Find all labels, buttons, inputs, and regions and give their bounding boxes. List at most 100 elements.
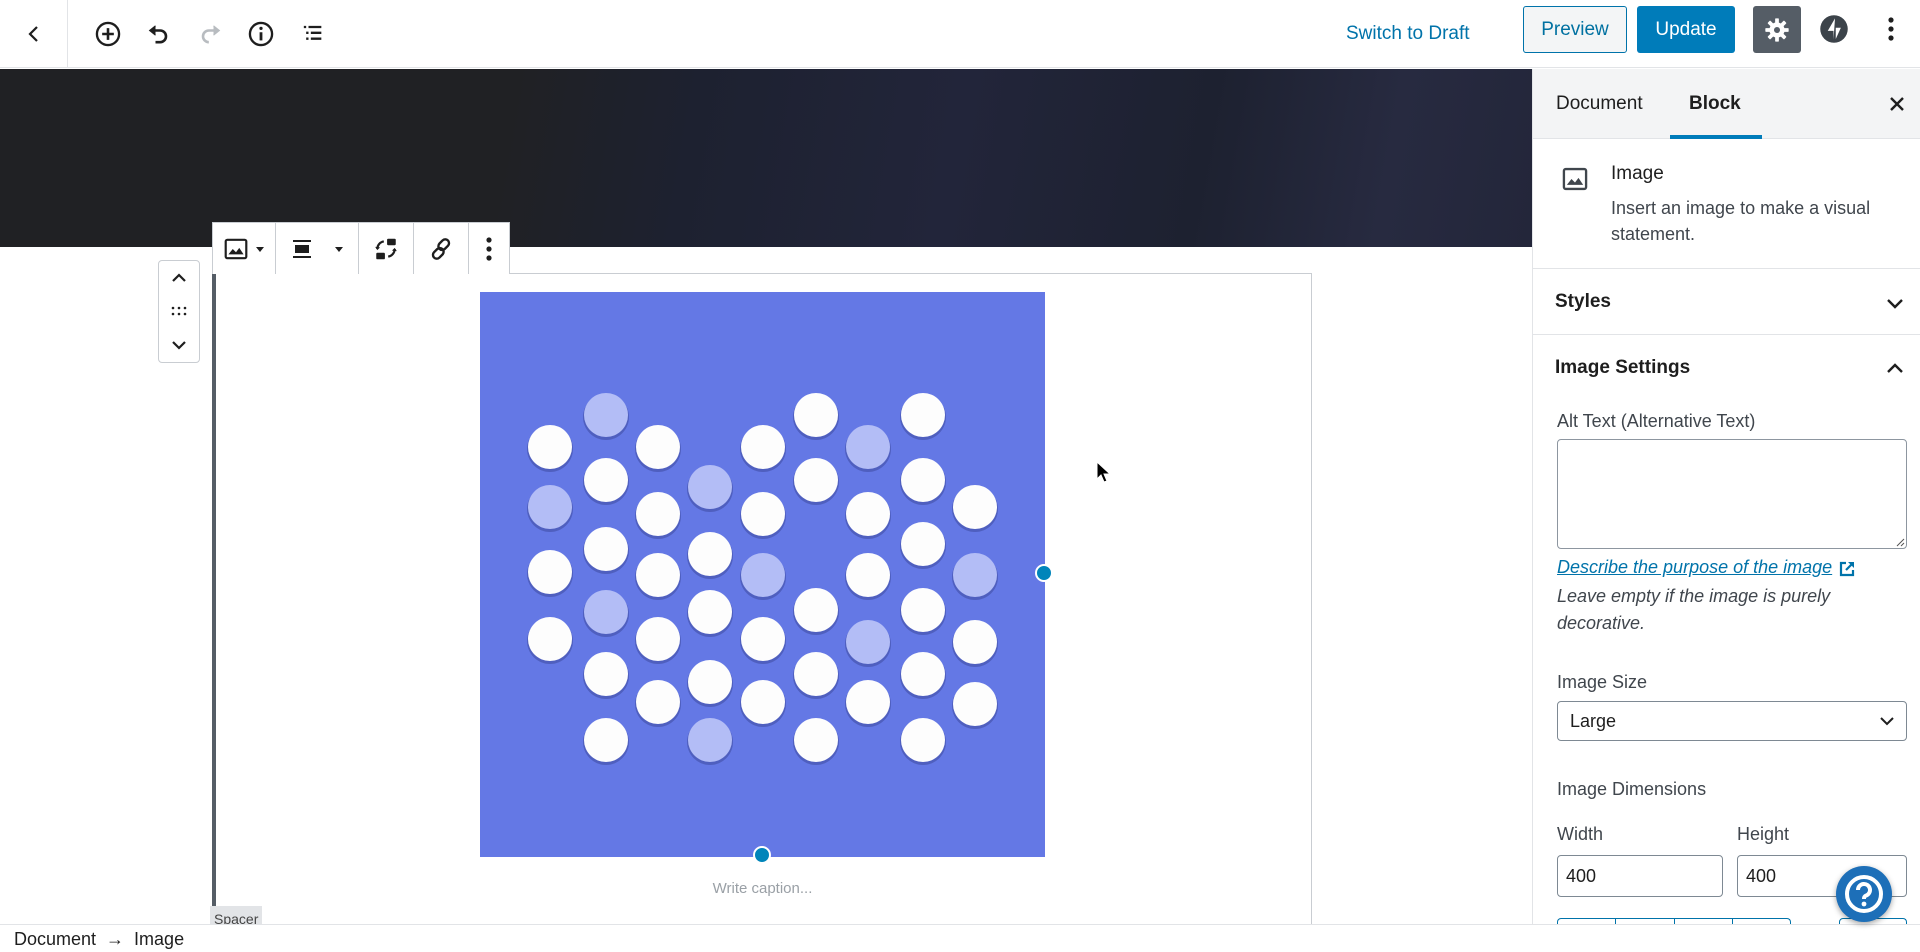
- caret-down-icon: [256, 246, 264, 252]
- move-up-button[interactable]: [159, 262, 199, 294]
- chevron-down-icon: [172, 341, 186, 350]
- chevron-left-icon: [27, 26, 38, 42]
- artwork-dot: [901, 588, 945, 632]
- image-size-label: Image Size: [1557, 672, 1648, 692]
- artwork-dot: [688, 660, 732, 704]
- artwork-dot: [901, 652, 945, 696]
- settings-button[interactable]: [1753, 6, 1801, 53]
- editor-header: Switch to Draft Preview Update: [0, 0, 1920, 68]
- artwork-dot: [636, 425, 680, 469]
- resize-handle-bottom[interactable]: [753, 846, 771, 864]
- move-down-button[interactable]: [159, 329, 199, 361]
- insert-link-button[interactable]: [414, 223, 469, 274]
- height-label: Height: [1737, 824, 1790, 844]
- panel-image-settings-title: Image Settings: [1555, 357, 1691, 378]
- switch-to-draft-button[interactable]: Switch to Draft: [1346, 16, 1470, 52]
- replace-image-button[interactable]: [359, 223, 414, 274]
- block-navigation-button[interactable]: [292, 14, 332, 54]
- describe-purpose-link[interactable]: Describe the purpose of the image: [1557, 557, 1832, 578]
- artwork-dot: [794, 588, 838, 632]
- sidebar-tabs: Document Block: [1533, 69, 1920, 139]
- gear-icon: [1765, 17, 1789, 42]
- artwork-dot: [636, 553, 680, 597]
- preview-button[interactable]: Preview: [1523, 6, 1627, 53]
- resize-grip-icon[interactable]: [1895, 537, 1905, 547]
- settings-sidebar: Document Block Image Insert an image to …: [1532, 69, 1920, 924]
- artwork-dot: [953, 553, 997, 597]
- panel-styles[interactable]: Styles: [1533, 269, 1920, 335]
- preset-50[interactable]: [1616, 919, 1675, 924]
- close-sidebar-button[interactable]: [1883, 90, 1911, 118]
- mouse-cursor-icon: [1096, 461, 1112, 483]
- content-info-button[interactable]: [241, 14, 281, 54]
- width-input[interactable]: [1557, 855, 1723, 897]
- jetpack-button[interactable]: [1815, 10, 1853, 48]
- artwork-dot: [846, 620, 890, 664]
- artwork-dot: [794, 718, 838, 762]
- breadcrumb-image[interactable]: Image: [134, 929, 184, 950]
- artwork-dot: [741, 492, 785, 536]
- list-icon: [303, 25, 322, 40]
- alt-text-help: Leave empty if the image is purely decor…: [1557, 586, 1831, 633]
- external-link-icon[interactable]: [1837, 559, 1857, 579]
- more-vertical-icon: [486, 236, 492, 261]
- image[interactable]: [480, 292, 1045, 857]
- update-button[interactable]: Update: [1637, 6, 1735, 53]
- artwork-dot: [953, 682, 997, 726]
- image-icon: [224, 238, 248, 259]
- artwork-dot: [741, 617, 785, 661]
- artwork-dot: [688, 465, 732, 509]
- breadcrumb-document[interactable]: Document: [14, 929, 96, 950]
- add-block-button[interactable]: [88, 14, 128, 54]
- tab-document[interactable]: Document: [1556, 69, 1643, 139]
- breadcrumb: Document → Image: [14, 929, 184, 950]
- artwork-dot: [688, 590, 732, 634]
- artwork-dot: [741, 680, 785, 724]
- artwork-dot: [953, 485, 997, 529]
- chevron-up-icon: [1887, 363, 1903, 373]
- cover-block[interactable]: [0, 69, 1532, 247]
- alt-text-input[interactable]: [1557, 439, 1907, 549]
- artwork-dot: [794, 393, 838, 437]
- artwork-dot: [584, 652, 628, 696]
- artwork-dot: [584, 393, 628, 437]
- image-icon: [1562, 167, 1588, 191]
- preset-25[interactable]: [1558, 919, 1617, 924]
- back-button[interactable]: [0, 0, 68, 68]
- undo-icon: [148, 25, 168, 44]
- undo-button[interactable]: [139, 14, 179, 54]
- preset-75[interactable]: [1675, 919, 1733, 924]
- plus-circle-icon: [95, 21, 121, 47]
- help-button[interactable]: [1836, 866, 1892, 922]
- panel-image-settings[interactable]: Image Settings: [1533, 335, 1920, 401]
- block-type-switcher[interactable]: [213, 223, 276, 274]
- more-menu-button[interactable]: [1872, 10, 1910, 48]
- artwork-dot: [794, 458, 838, 502]
- artwork-dot: [688, 532, 732, 576]
- artwork-dot: [528, 425, 572, 469]
- info-icon: [248, 21, 274, 47]
- block-more-options-button[interactable]: [469, 223, 509, 274]
- preset-100[interactable]: [1733, 919, 1790, 924]
- drag-handle-icon: [171, 307, 187, 316]
- resize-handle-right[interactable]: [1035, 564, 1053, 582]
- jetpack-icon: [1820, 15, 1848, 43]
- artwork-dot: [901, 393, 945, 437]
- breadcrumb-separator: →: [106, 929, 125, 949]
- artwork-dot: [846, 492, 890, 536]
- caption-input[interactable]: Write caption...: [480, 880, 1045, 897]
- image-size-select[interactable]: Large: [1557, 701, 1907, 741]
- redo-icon: [201, 25, 221, 44]
- artwork-dot: [584, 590, 628, 634]
- artwork-dot: [794, 652, 838, 696]
- align-center-icon: [293, 239, 311, 258]
- block-card-title: Image: [1611, 163, 1664, 184]
- artwork-dot: [528, 550, 572, 594]
- redo-button[interactable]: [190, 14, 230, 54]
- chevron-up-icon: [172, 273, 186, 282]
- tab-block[interactable]: Block: [1689, 69, 1741, 139]
- panel-styles-title: Styles: [1555, 291, 1611, 312]
- drag-handle[interactable]: [159, 295, 199, 327]
- artwork-dot: [636, 680, 680, 724]
- alignment-button[interactable]: [276, 223, 359, 274]
